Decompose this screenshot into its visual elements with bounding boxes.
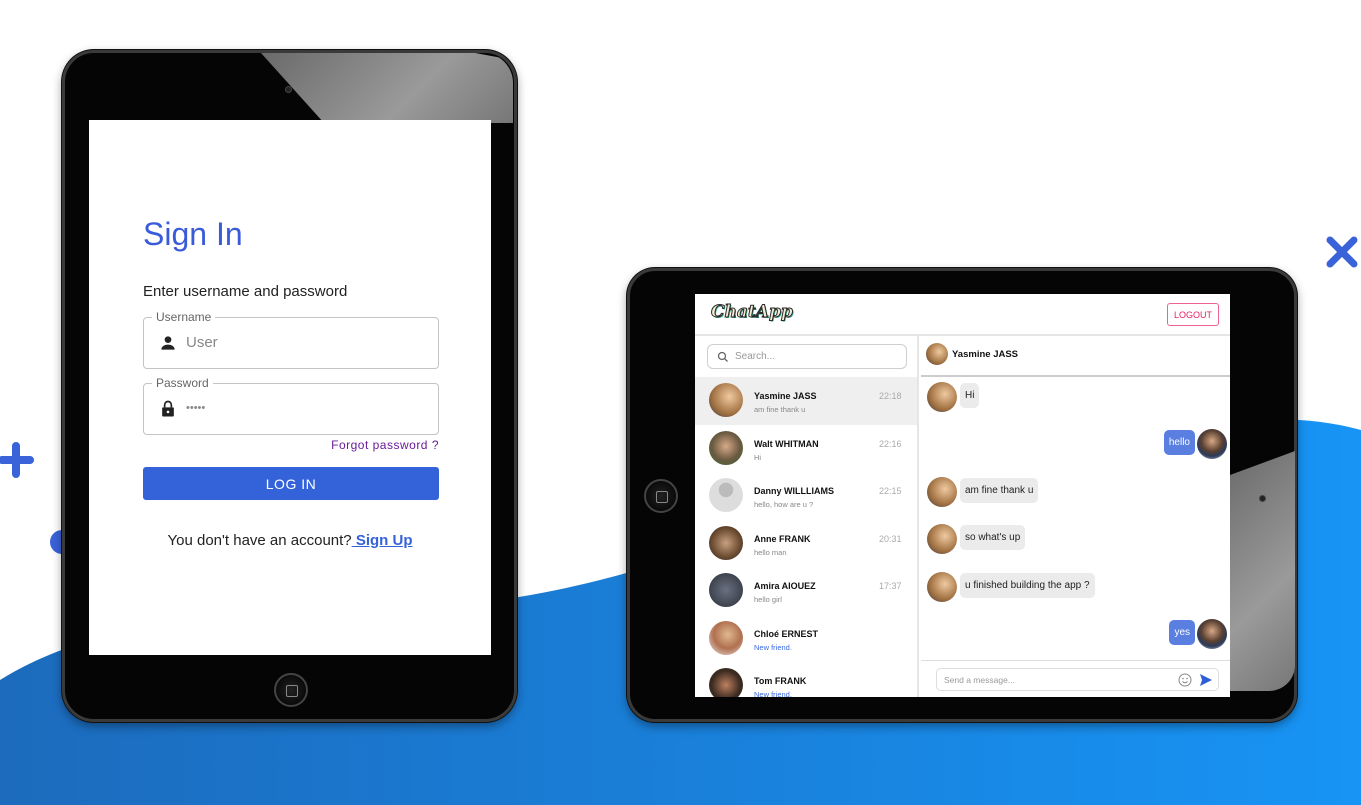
logout-button[interactable]: LOGOUT: [1167, 303, 1219, 326]
chat-message: Hi: [960, 383, 980, 408]
contact-name: Danny WILLLIAMS: [754, 486, 834, 496]
password-value: •••••: [186, 402, 206, 414]
contact-row[interactable]: Yasmine JASS am fine thank u 22:18: [695, 377, 917, 425]
page-title: Sign In: [143, 216, 243, 252]
contact-time: 20:31: [879, 533, 902, 544]
app-logo: ChatApp: [711, 302, 794, 323]
contact-row[interactable]: Tom FRANK New friend.: [695, 662, 917, 697]
contact-name: Yasmine JASS: [754, 391, 817, 401]
password-field[interactable]: Password •••••: [143, 376, 439, 435]
username-label: Username: [152, 310, 216, 324]
home-button: [644, 479, 678, 513]
avatar: [709, 573, 743, 607]
contact-name: Anne FRANK: [754, 533, 811, 544]
avatar: [709, 430, 743, 465]
avatar: [709, 668, 743, 697]
avatar: [709, 383, 743, 417]
signup-prompt: You don't have an account? Sign Up: [89, 532, 491, 549]
signup-link[interactable]: Sign Up: [352, 532, 413, 549]
password-label: Password: [152, 376, 213, 390]
contact-last-message: am fine thank u: [754, 405, 806, 414]
contact-time: 17:37: [879, 581, 902, 591]
plus-decor-icon: [0, 442, 34, 478]
avatar: [709, 478, 743, 512]
chat-screen: ChatApp LOGOUT Search... Yasmine JASS am…: [695, 294, 1230, 697]
app-header: ChatApp LOGOUT: [695, 294, 1230, 336]
chat-message: yes: [1169, 620, 1195, 645]
username-placeholder: User: [186, 334, 218, 351]
chat-message: so what's up: [960, 525, 1026, 550]
message-placeholder: Send a message...: [944, 675, 1015, 685]
contact-last-message: Hi: [754, 452, 762, 462]
person-icon: [161, 336, 175, 350]
contacts-sidebar: Search... Yasmine JASS am fine thank u 2…: [695, 336, 919, 697]
contact-last-message: hello girl: [754, 595, 782, 604]
login-button[interactable]: LOG IN: [143, 467, 439, 500]
contact-time: 22:18: [879, 391, 902, 401]
contact-row[interactable]: Chloé ERNEST New friend.: [695, 615, 917, 663]
login-tablet: Sign In Enter username and password User…: [62, 50, 517, 722]
search-input[interactable]: Search...: [707, 344, 907, 369]
avatar: [927, 477, 957, 507]
search-icon: [717, 351, 728, 362]
contact-name: Walt WHITMAN: [754, 438, 819, 449]
search-placeholder: Search...: [735, 351, 776, 362]
chat-tablet: ChatApp LOGOUT Search... Yasmine JASS am…: [627, 268, 1297, 722]
avatar: [709, 525, 743, 560]
login-subtitle: Enter username and password: [143, 283, 348, 300]
avatar: [927, 382, 957, 412]
lock-icon: [162, 400, 174, 417]
chat-message: hello: [1163, 430, 1195, 455]
contact-last-message: New friend.: [754, 642, 792, 652]
avatar: [709, 620, 743, 655]
contact-last-message: hello man: [754, 547, 787, 557]
avatar: [1197, 619, 1227, 649]
no-account-text: You don't have an account?: [167, 532, 352, 549]
active-contact-name: Yasmine JASS: [952, 349, 1019, 360]
home-button: [274, 673, 308, 707]
contact-row[interactable]: Danny WILLLIAMS hello, how are u ? 22:15: [695, 472, 917, 520]
avatar: [1197, 429, 1227, 459]
contact-row[interactable]: Anne FRANK hello man 20:31: [695, 520, 917, 568]
username-field[interactable]: Username User: [143, 310, 439, 369]
contact-time: 22:16: [879, 438, 902, 449]
avatar: [927, 524, 957, 554]
contact-time: 22:15: [879, 486, 902, 496]
message-input[interactable]: Send a message...: [936, 668, 1219, 691]
emoji-icon[interactable]: [1178, 673, 1192, 687]
contact-row[interactable]: Walt WHITMAN Hi 22:16: [695, 425, 917, 473]
x-decor-icon: [1326, 236, 1358, 268]
avatar: [926, 343, 948, 365]
chat-message: u finished building the app ?: [960, 573, 1095, 598]
avatar: [927, 572, 957, 602]
forgot-password-link[interactable]: Forgot password ?: [331, 438, 439, 452]
send-icon[interactable]: [1199, 673, 1213, 687]
contact-last-message: hello, how are u ?: [754, 500, 814, 509]
chat-header: Yasmine JASS: [921, 336, 1230, 377]
chat-message: am fine thank u: [960, 478, 1039, 503]
login-screen: Sign In Enter username and password User…: [89, 120, 491, 655]
contact-row[interactable]: Amira AIOUEZ hello girl 17:37: [695, 567, 917, 615]
contact-name: Chloé ERNEST: [754, 628, 819, 639]
contact-last-message: New friend.: [754, 690, 792, 697]
contact-name: Tom FRANK: [754, 676, 807, 686]
contact-name: Amira AIOUEZ: [754, 581, 816, 591]
